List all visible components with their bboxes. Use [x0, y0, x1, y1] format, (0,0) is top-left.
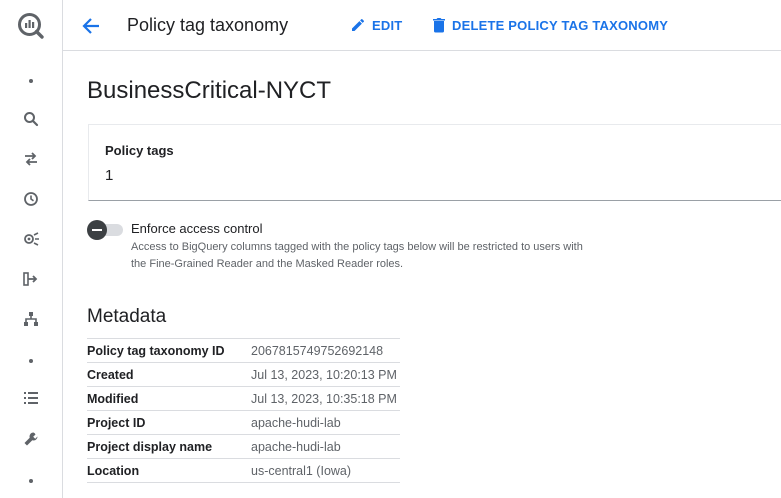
metadata-key: Created [87, 362, 251, 387]
main-content: BusinessCritical-NYCT Policy tags 1 Enfo… [63, 51, 781, 498]
pipeline-icon[interactable] [0, 267, 62, 291]
metadata-key: Project display name [87, 434, 251, 459]
wrench-icon[interactable] [0, 427, 62, 451]
trash-icon [433, 18, 445, 33]
table-row: Policy tag taxonomy ID 20678157497526921… [87, 338, 400, 363]
table-row: Location us-central1 (Iowa) [87, 458, 400, 483]
edit-button-label: EDIT [372, 17, 403, 33]
metadata-value: apache-hudi-lab [251, 410, 400, 435]
edit-button[interactable]: EDIT [350, 17, 402, 33]
taxonomy-name: BusinessCritical-NYCT [87, 77, 332, 104]
metadata-heading: Metadata [87, 306, 167, 327]
metadata-table: Policy tag taxonomy ID 20678157497526921… [87, 338, 400, 483]
metadata-key: Location [87, 458, 251, 483]
metadata-value: Jul 13, 2023, 10:35:18 PM [251, 386, 400, 411]
pencil-icon [352, 18, 365, 31]
enforce-access-description: Access to BigQuery columns tagged with t… [131, 241, 583, 270]
enforce-access-toggle[interactable] [87, 220, 123, 240]
metadata-value: 2067815749752692148 [251, 338, 400, 363]
toggle-knob [87, 220, 107, 240]
dot-icon [0, 69, 62, 93]
enforce-access-label: Enforce access control [131, 221, 263, 236]
dot-icon [0, 349, 62, 373]
policy-tags-label: Policy tags [105, 143, 174, 158]
dot-icon [0, 469, 62, 493]
policy-tags-card: Policy tags 1 [88, 124, 781, 201]
page-title: Policy tag taxonomy [127, 15, 289, 35]
metadata-key: Policy tag taxonomy ID [87, 338, 251, 363]
bigquery-logo-icon[interactable] [0, 12, 62, 40]
table-row: Project ID apache-hudi-lab [87, 410, 400, 435]
nav-rail [0, 0, 63, 498]
delete-taxonomy-button[interactable]: DELETE POLICY TAG TAXONOMY [432, 17, 668, 33]
policy-tags-count: 1 [105, 167, 114, 184]
history-icon[interactable] [0, 187, 62, 211]
table-row: Modified Jul 13, 2023, 10:35:18 PM [87, 386, 400, 411]
list-icon[interactable] [0, 386, 62, 410]
metadata-key: Project ID [87, 410, 251, 435]
delete-taxonomy-label: DELETE POLICY TAG TAXONOMY [452, 17, 669, 33]
hierarchy-icon[interactable] [0, 307, 62, 331]
metadata-key: Modified [87, 386, 251, 411]
transfer-icon[interactable] [0, 147, 62, 171]
analytics-hub-icon[interactable] [0, 227, 62, 251]
metadata-value: us-central1 (Iowa) [251, 458, 400, 483]
metadata-value: Jul 13, 2023, 10:20:13 PM [251, 362, 400, 387]
page-header: Policy tag taxonomy EDIT DELETE POLICY T… [63, 0, 781, 51]
back-arrow-icon[interactable] [80, 15, 102, 37]
table-row: Project display name apache-hudi-lab [87, 434, 400, 459]
search-icon[interactable] [0, 107, 62, 131]
table-row: Created Jul 13, 2023, 10:20:13 PM [87, 362, 400, 387]
metadata-value: apache-hudi-lab [251, 434, 400, 459]
